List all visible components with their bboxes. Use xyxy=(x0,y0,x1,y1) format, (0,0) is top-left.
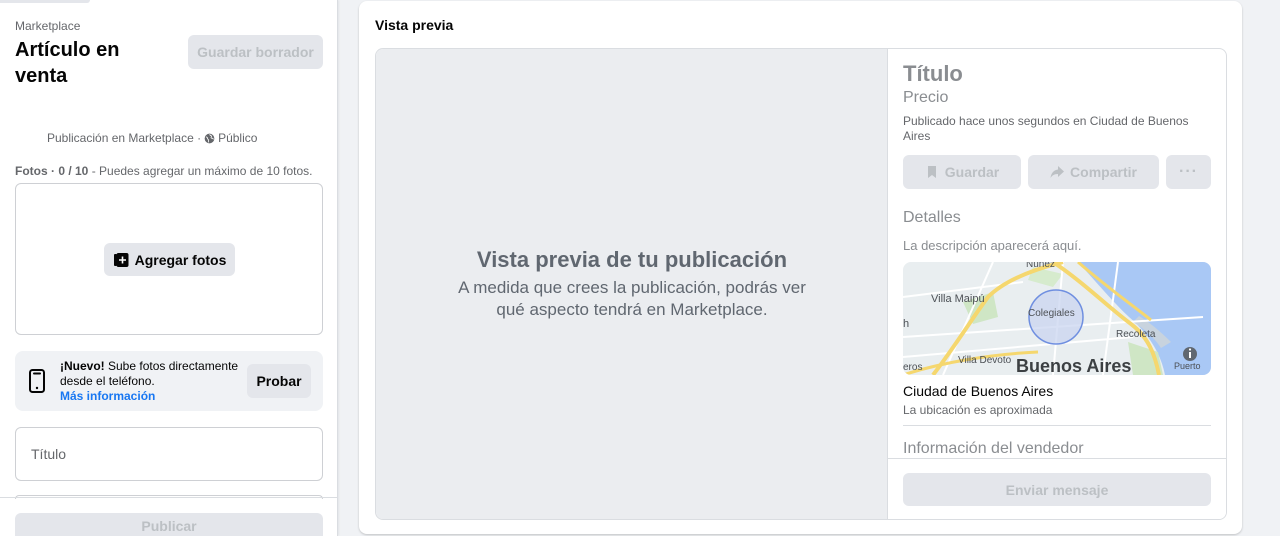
map-label: eros xyxy=(903,362,922,373)
phone-icon xyxy=(29,369,45,393)
map-label: h xyxy=(903,318,909,330)
location-map: Nuñez Villa Maipú Colegiales Recoleta Vi… xyxy=(903,262,1211,375)
map-label: Puerto xyxy=(1174,361,1201,371)
globe-icon xyxy=(204,133,215,143)
preview-location-approx: La ubicación es aproximada xyxy=(903,403,1053,417)
preview-city: Ciudad de Buenos Aires xyxy=(903,383,1054,399)
phone-upload-promo: ¡Nuevo! Sube fotos directamente desde el… xyxy=(15,351,323,411)
preview-share-label: Compartir xyxy=(1070,164,1137,180)
preview-posted-info: Publicado hace unos segundos en Ciudad d… xyxy=(903,114,1189,143)
try-button[interactable]: Probar xyxy=(247,364,311,398)
bookmark-icon xyxy=(927,166,936,178)
top-strip xyxy=(0,0,90,3)
preview-seller-heading: Información del vendedor xyxy=(903,440,1084,457)
preview-subheading: A medida que crees la publicación, podrá… xyxy=(458,278,806,319)
preview-title: Título xyxy=(903,61,963,86)
map-label: Recoleta xyxy=(1116,329,1156,340)
send-message-button: Enviar mensaje xyxy=(903,473,1211,506)
share-icon xyxy=(1050,166,1065,178)
preview-footer: Enviar mensaje xyxy=(888,458,1226,519)
map-city-label: Buenos Aires xyxy=(1016,356,1131,375)
map-info-icon xyxy=(1183,347,1197,361)
preview-description: La descripción aparecerá aquí. xyxy=(903,238,1082,253)
add-photo-icon xyxy=(113,252,129,267)
photos-count-label: Fotos · 0 / 10 xyxy=(15,164,89,178)
add-photos-button[interactable]: Agregar fotos xyxy=(104,243,235,276)
phone-promo-text: ¡Nuevo! Sube fotos directamente desde el… xyxy=(60,359,240,404)
preview-share-button: Compartir xyxy=(1028,155,1159,189)
map-label: Villa Devoto xyxy=(958,355,1012,366)
more-info-link[interactable]: Más información xyxy=(60,389,240,404)
preview-frame: Vista previa de tu publicación A medida … xyxy=(375,48,1227,520)
map-label: Villa Maipú xyxy=(931,293,985,305)
map-label: Colegiales xyxy=(1028,308,1075,319)
preview-more-button: ··· xyxy=(1166,155,1211,189)
listing-meta-text: Publicación en Marketplace · xyxy=(47,131,202,145)
create-listing-sidebar: Marketplace Artículo en venta Guardar bo… xyxy=(0,0,338,536)
preview-divider xyxy=(903,425,1211,426)
breadcrumb[interactable]: Marketplace xyxy=(15,19,80,33)
footer-divider xyxy=(0,497,338,498)
preview-save-label: Guardar xyxy=(944,164,1000,180)
photo-upload-area[interactable]: Agregar fotos xyxy=(15,183,323,335)
audience-label: Público xyxy=(218,131,258,145)
map-label: Nuñez xyxy=(1026,262,1055,270)
preview-image-area: Vista previa de tu publicación A medida … xyxy=(376,49,888,519)
title-input[interactable] xyxy=(15,427,323,481)
save-draft-button[interactable]: Guardar borrador xyxy=(188,35,323,69)
preview-card: Vista previa Vista previa de tu publicac… xyxy=(359,1,1242,534)
phone-new-badge: ¡Nuevo! xyxy=(60,359,105,373)
preview-heading: Vista previa de tu publicación xyxy=(476,247,788,272)
preview-save-button: Guardar xyxy=(903,155,1021,189)
preview-details-heading: Detalles xyxy=(903,209,961,226)
listing-audience: Publicación en Marketplace · Público xyxy=(47,131,257,145)
add-photos-label: Agregar fotos xyxy=(134,251,227,268)
photos-counter: Fotos · 0 / 10 - Puedes agregar un máxim… xyxy=(15,164,313,178)
preview-label: Vista previa xyxy=(375,17,454,33)
publish-button[interactable]: Publicar xyxy=(15,513,323,536)
photos-hint: - Puedes agregar un máximo de 10 fotos. xyxy=(88,164,313,178)
preview-price: Precio xyxy=(903,89,949,106)
page-title: Artículo en venta xyxy=(15,39,120,87)
preview-details-pane: Título Precio Publicado hace unos segund… xyxy=(888,49,1226,519)
